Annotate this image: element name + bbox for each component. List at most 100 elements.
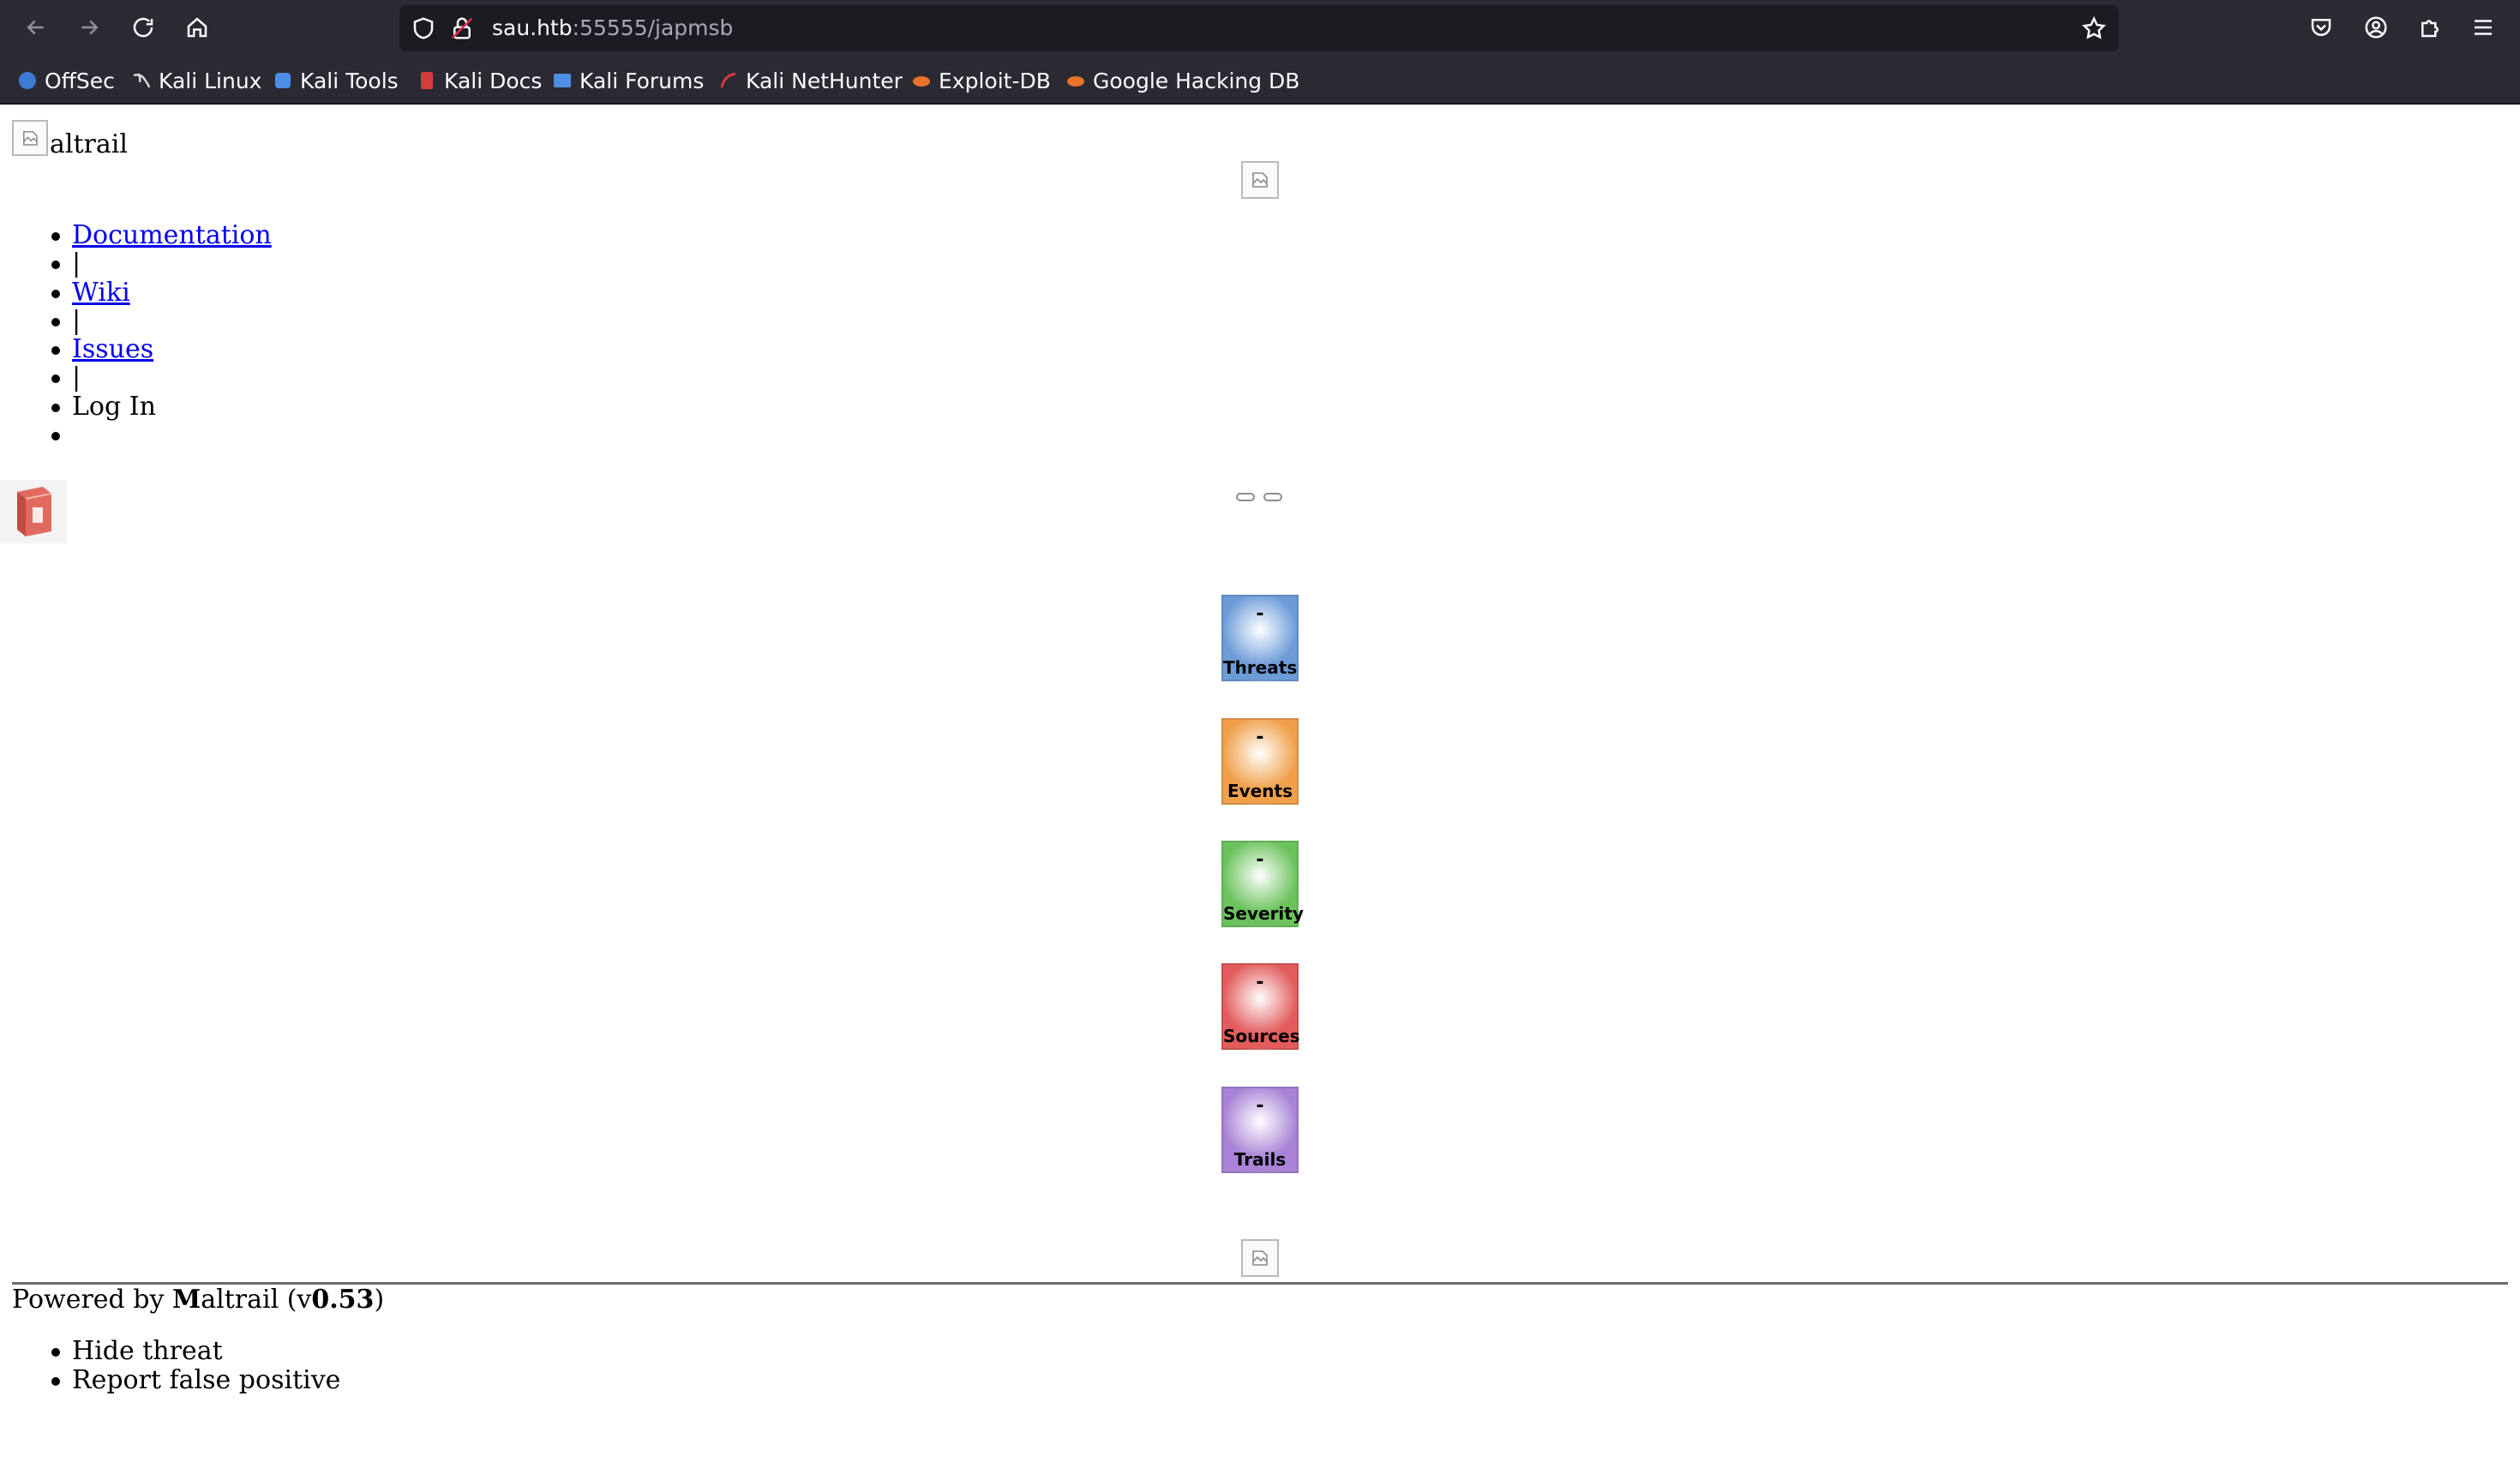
bookmark-label: Exploit-DB [939,68,1051,93]
trails-tile[interactable]: - Trails [1221,1087,1299,1173]
account-icon [2365,16,2387,39]
back-button[interactable] [19,10,53,45]
shield-icon[interactable] [411,15,436,45]
login-link[interactable]: Log In [72,392,156,422]
sources-tile[interactable]: - Sources [1221,963,1300,1050]
bookmark-label: Kali Docs [444,68,543,93]
toggle-pill-right[interactable] [1263,493,1282,501]
reload-icon [133,17,153,38]
insecure-lock-icon[interactable] [449,15,475,45]
side-logo[interactable] [0,480,67,543]
logo-alt-text: altrail [50,129,128,159]
wiki-link[interactable]: Wiki [72,278,130,308]
broken-logo-image [12,120,48,156]
nav-item-issues: Issues [51,334,272,364]
broken-footer-image [1241,1239,1279,1277]
bookmark-kali-linux[interactable]: Kali Linux [131,57,261,105]
forward-button[interactable] [72,10,106,45]
sources-label: Sources [1223,1026,1300,1046]
severity-label: Severity [1223,903,1304,924]
documentation-link[interactable]: Documentation [72,220,272,250]
back-arrow-icon [27,20,44,35]
version-number: 0.53 [311,1285,375,1315]
nav-item-wiki: Wiki [51,278,272,308]
url-host: sau.htb [492,15,573,40]
bookmark-offsec[interactable]: OffSec [17,57,115,105]
broken-image-icon [22,130,38,146]
bookmark-kali-docs[interactable]: Kali Docs [417,57,542,105]
forward-arrow-icon [81,20,99,35]
bookmark-label: Kali NetHunter [746,68,903,93]
nethunter-icon [718,70,739,91]
url-text[interactable]: sau.htb:55555/japmsb [492,5,733,51]
bookmark-label: Google Hacking DB [1093,68,1300,93]
bookmark-google-hacking-db[interactable]: Google Hacking DB [1065,57,1299,105]
offsec-icon [17,70,38,91]
bookmark-label: Kali Tools [300,68,399,93]
broken-header-image [1241,161,1279,199]
events-tile[interactable]: - Events [1221,718,1299,805]
home-icon [187,17,207,38]
bookmark-label: OffSec [45,68,115,93]
hamburger-menu-icon [2475,20,2492,35]
bookmark-star-icon[interactable] [2081,15,2107,45]
bookmark-label: Kali Linux [159,68,262,93]
maltrail-side-logo-icon [17,487,52,536]
powered-brand-rest: altrail (v [201,1285,312,1315]
browser-toolbar: sau.htb:55555/japmsb [0,0,2520,57]
nav-item-login[interactable]: Log In [51,392,272,422]
severity-tile[interactable]: - Severity [1221,841,1304,927]
bookmark-label: Kali Forums [579,68,705,93]
separator-text: | [72,363,81,393]
toggle-pill-left[interactable] [1236,493,1255,501]
account-button[interactable] [2359,10,2393,45]
menu-button[interactable] [2466,10,2500,45]
pocket-icon [2311,19,2331,36]
hide-threat-item[interactable]: Hide threat [51,1337,340,1366]
events-value: - [1256,727,1264,748]
url-bar[interactable]: sau.htb:55555/japmsb [399,5,2119,51]
top-nav-list: Documentation | Wiki | Issues | Log In [51,220,272,449]
broken-image-icon [1252,1250,1268,1266]
nav-item-documentation: Documentation [51,220,272,250]
pocket-button[interactable] [2304,10,2338,45]
kali-dragon-icon [131,70,152,91]
ghdb-icon [1065,70,1086,91]
issues-link[interactable]: Issues [72,334,153,364]
bookmark-kali-nethunter[interactable]: Kali NetHunter [718,57,903,105]
trails-value: - [1256,1095,1264,1117]
threats-label: Threats [1223,657,1298,678]
bookmark-exploit-db[interactable]: Exploit-DB [911,57,1051,105]
sources-value: - [1256,972,1264,993]
separator-text: | [72,305,81,336]
kali-docs-icon [417,70,437,91]
powered-brand-initial: M [172,1285,201,1315]
severity-value: - [1256,849,1264,871]
extensions-button[interactable] [2413,10,2447,45]
events-label: Events [1227,781,1293,801]
threats-tile[interactable]: - Threats [1221,595,1299,681]
broken-image-icon [1252,172,1268,188]
kali-forums-icon [552,70,573,91]
nav-separator: | [51,305,272,336]
nav-separator: | [51,249,272,279]
bookmark-kali-forums[interactable]: Kali Forums [552,57,704,105]
bookmark-kali-tools[interactable]: Kali Tools [273,57,399,105]
powered-close: ) [374,1285,385,1315]
reload-button[interactable] [126,10,160,45]
powered-prefix: Powered by [12,1285,172,1315]
trails-label: Trails [1233,1149,1287,1170]
powered-by-footer: Powered by Maltrail (v0.53) [12,1285,384,1315]
nav-separator: | [51,363,272,393]
threats-value: - [1256,603,1264,625]
context-menu-list: Hide threat Report false positive [51,1337,340,1395]
nav-item-empty [51,421,272,449]
report-false-positive-item[interactable]: Report false positive [51,1366,340,1395]
separator-text: | [72,249,81,279]
url-path: :55555/japmsb [572,15,734,40]
bookmarks-bar: OffSec Kali Linux Kali Tools Kali Docs K… [0,57,2520,105]
home-button[interactable] [180,10,214,45]
puzzle-icon [2421,20,2439,38]
kali-tools-icon [273,70,293,91]
exploitdb-icon [911,70,932,91]
